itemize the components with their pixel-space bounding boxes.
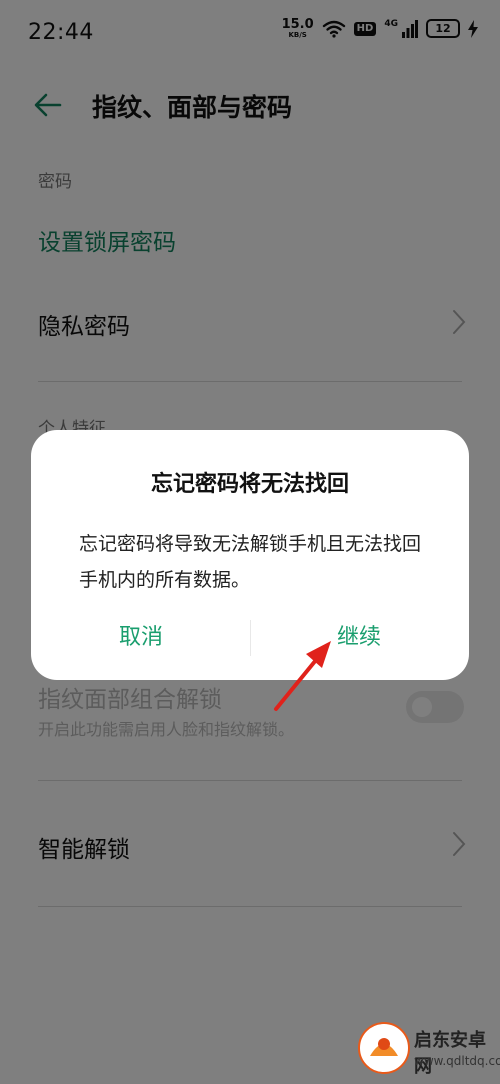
watermark-logo-icon (358, 1022, 410, 1074)
continue-button[interactable]: 继续 (309, 616, 409, 660)
screen: 22:44 15.0 KB/S HD 4G 12 (0, 0, 500, 1084)
dialog-message: 忘记密码将导致无法解锁手机且无法找回手机内的所有数据。 (79, 533, 422, 591)
forget-password-dialog: 忘记密码将无法找回 忘记密码将导致无法解锁手机且无法找回手机内的所有数据。 取消… (31, 430, 469, 680)
dialog-title: 忘记密码将无法找回 (150, 472, 349, 497)
button-divider (250, 620, 251, 656)
watermark-url: www.qdltdq.com (414, 1054, 500, 1068)
cancel-button[interactable]: 取消 (91, 616, 191, 660)
watermark-title: 启东安卓网 (414, 1030, 486, 1077)
watermark: 启东安卓网 www.qdltdq.com (358, 1020, 500, 1080)
